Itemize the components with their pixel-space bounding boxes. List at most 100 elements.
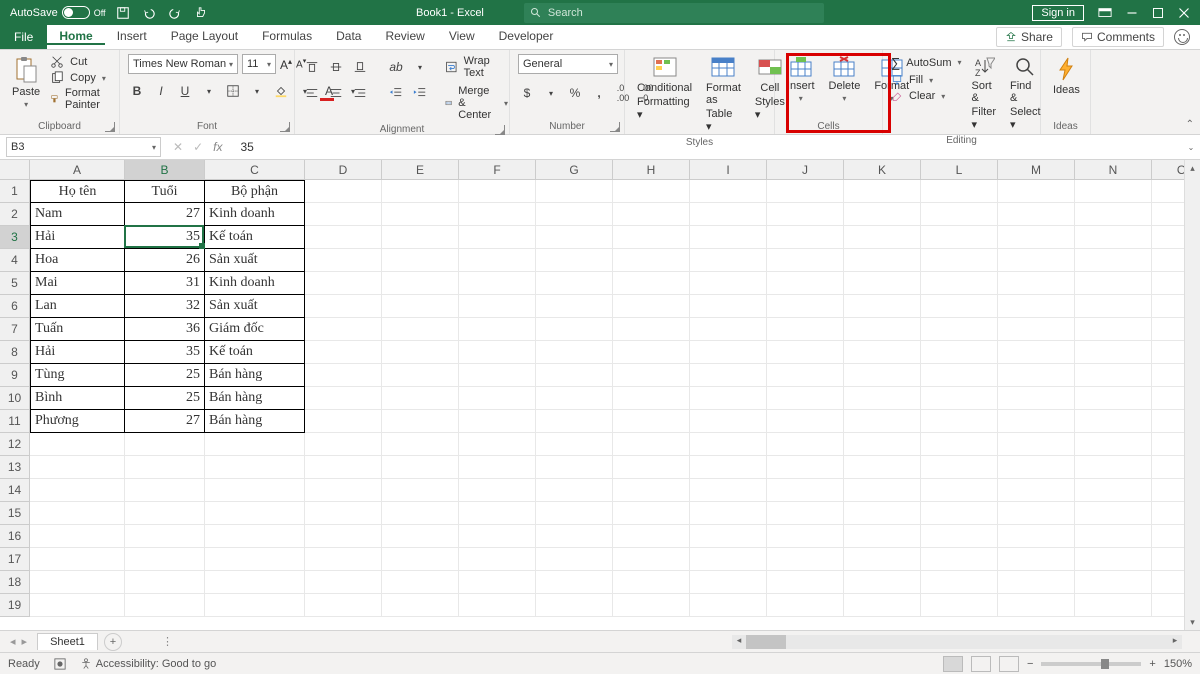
cell[interactable] [690, 364, 767, 387]
cell[interactable] [921, 226, 998, 249]
cell[interactable] [536, 502, 613, 525]
cell[interactable] [921, 272, 998, 295]
row-header[interactable]: 2 [0, 203, 30, 226]
column-header[interactable]: H [613, 160, 690, 180]
cell[interactable] [998, 433, 1075, 456]
italic-button[interactable]: I [152, 82, 170, 100]
cell[interactable]: Phương [30, 410, 125, 433]
cell[interactable] [125, 594, 205, 617]
cell[interactable]: Kinh doanh [205, 272, 305, 295]
cell[interactable] [690, 410, 767, 433]
share-button[interactable]: Share [996, 27, 1062, 47]
cell[interactable] [844, 364, 921, 387]
cell[interactable] [613, 364, 690, 387]
column-header[interactable]: L [921, 160, 998, 180]
vertical-scrollbar[interactable]: ▴ ▾ [1184, 160, 1200, 630]
cell[interactable]: Tùng [30, 364, 125, 387]
cell[interactable]: 35 [125, 226, 205, 249]
underline-button[interactable]: U [176, 82, 194, 100]
cell[interactable] [536, 318, 613, 341]
autosum-button[interactable]: ∑AutoSum▾ [891, 54, 962, 71]
redo-icon[interactable] [168, 6, 182, 20]
search-box[interactable]: Search [524, 3, 824, 23]
column-header[interactable]: D [305, 160, 382, 180]
spreadsheet-grid[interactable]: ABCDEFGHIJKLMNO 123456789101112131415161… [0, 160, 1200, 630]
cell[interactable] [690, 203, 767, 226]
touch-icon[interactable] [194, 6, 208, 20]
cell[interactable] [690, 272, 767, 295]
cell[interactable] [1075, 364, 1152, 387]
cell[interactable] [536, 525, 613, 548]
cell[interactable] [844, 525, 921, 548]
cell[interactable]: 35 [125, 341, 205, 364]
cell[interactable] [844, 433, 921, 456]
scroll-left-icon[interactable]: ◂ [732, 635, 746, 649]
cell[interactable] [690, 502, 767, 525]
cell[interactable] [382, 226, 459, 249]
cell[interactable] [613, 410, 690, 433]
cell[interactable] [205, 525, 305, 548]
cell[interactable] [459, 456, 536, 479]
cell[interactable] [205, 479, 305, 502]
cell[interactable] [690, 456, 767, 479]
cell[interactable] [998, 341, 1075, 364]
cell[interactable] [536, 180, 613, 203]
cell[interactable] [459, 410, 536, 433]
cell[interactable] [125, 479, 205, 502]
maximize-icon[interactable] [1152, 7, 1164, 19]
column-header[interactable]: K [844, 160, 921, 180]
cell[interactable] [998, 594, 1075, 617]
cell[interactable] [536, 548, 613, 571]
cell[interactable] [767, 594, 844, 617]
sheet-nav-next-icon[interactable]: ▸ [22, 635, 28, 648]
tab-formulas[interactable]: Formulas [250, 29, 324, 43]
cell[interactable] [536, 433, 613, 456]
row-header[interactable]: 10 [0, 387, 30, 410]
cell[interactable] [998, 249, 1075, 272]
cell[interactable] [921, 410, 998, 433]
cell[interactable] [1075, 525, 1152, 548]
cell[interactable] [921, 387, 998, 410]
cell[interactable] [690, 571, 767, 594]
cell[interactable]: Bán hàng [205, 410, 305, 433]
row-header[interactable]: 1 [0, 180, 30, 203]
row-header[interactable]: 11 [0, 410, 30, 433]
cell[interactable]: Lan [30, 295, 125, 318]
cell[interactable]: Tuổi [125, 180, 205, 203]
tab-developer[interactable]: Developer [487, 29, 566, 43]
cell[interactable] [459, 295, 536, 318]
cell[interactable] [536, 571, 613, 594]
cell[interactable] [690, 318, 767, 341]
cell[interactable] [767, 571, 844, 594]
cell[interactable] [30, 548, 125, 571]
ribbon-display-icon[interactable] [1098, 6, 1112, 20]
cell[interactable] [382, 387, 459, 410]
cell[interactable] [305, 387, 382, 410]
cell[interactable] [613, 571, 690, 594]
cell[interactable] [305, 548, 382, 571]
expand-formula-bar-icon[interactable]: ⌄ [1182, 143, 1200, 152]
cell[interactable] [305, 410, 382, 433]
number-format-select[interactable]: General▾ [518, 54, 618, 74]
conditional-formatting-button[interactable]: ConditionalFormatting ▾ [633, 54, 696, 123]
cell[interactable] [536, 594, 613, 617]
cell[interactable] [205, 548, 305, 571]
dialog-launcher-icon[interactable] [610, 122, 620, 132]
cell[interactable] [998, 525, 1075, 548]
cell[interactable] [305, 571, 382, 594]
row-header[interactable]: 5 [0, 272, 30, 295]
cell[interactable] [205, 594, 305, 617]
cell[interactable]: Bộ phận [205, 180, 305, 203]
row-header[interactable]: 7 [0, 318, 30, 341]
cell[interactable] [382, 203, 459, 226]
cell[interactable] [305, 364, 382, 387]
cell[interactable] [613, 203, 690, 226]
cell[interactable] [921, 203, 998, 226]
cell[interactable] [998, 272, 1075, 295]
clear-button[interactable]: Clear▾ [891, 89, 962, 103]
cell[interactable] [382, 456, 459, 479]
cell[interactable] [613, 341, 690, 364]
find-select-button[interactable]: Find &Select ▾ [1006, 54, 1045, 133]
cell[interactable] [536, 203, 613, 226]
dialog-launcher-icon[interactable] [495, 125, 505, 135]
